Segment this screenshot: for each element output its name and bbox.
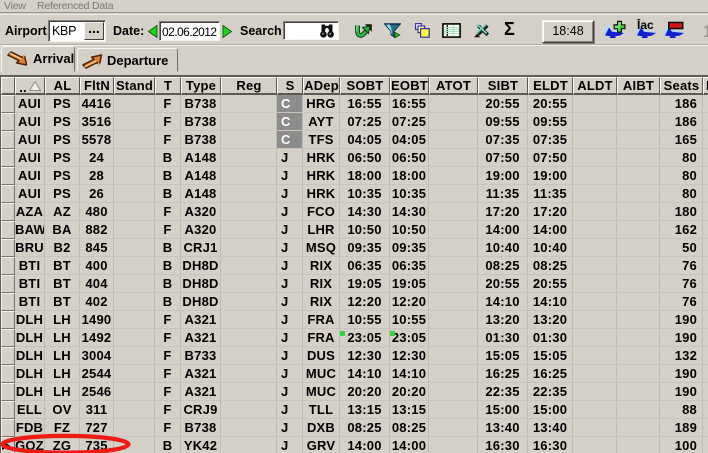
svg-text:Ĭac: Ĭac	[636, 19, 654, 32]
